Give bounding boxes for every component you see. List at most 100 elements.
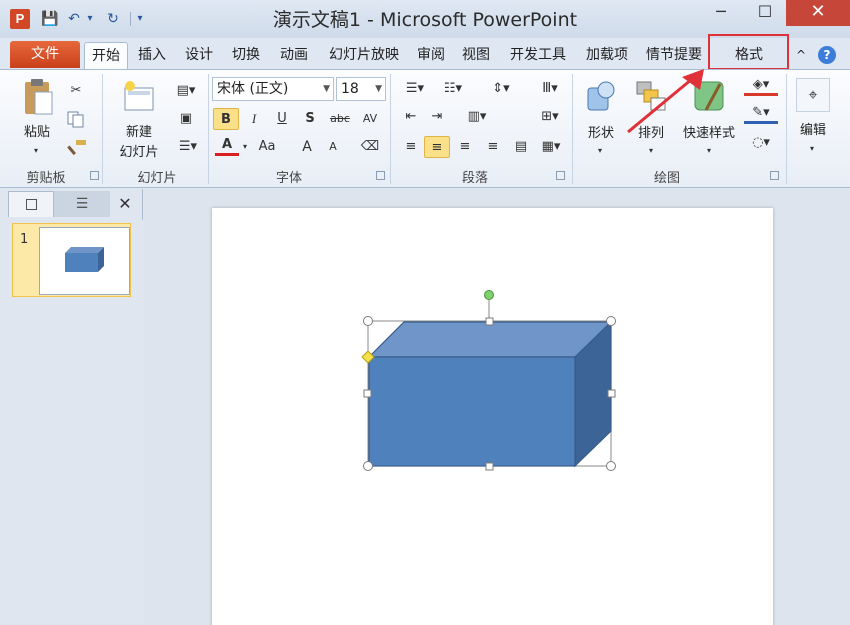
chevron-down-icon: ▼ — [375, 84, 382, 94]
close-pane-button[interactable]: ✕ — [114, 191, 136, 217]
ribbon: 粘贴 ▾ ✂ 剪贴板 新建 幻灯片 ▤▾ ▣ ☰▾ 幻灯片 宋体 (正文) ▼ 1… — [0, 69, 850, 188]
resize-handle-top-left[interactable] — [363, 316, 373, 326]
increase-indent-icon[interactable]: ⇥ — [426, 106, 448, 128]
distributed-icon[interactable]: ▤ — [510, 136, 532, 158]
resize-handle-right[interactable] — [607, 389, 616, 398]
chevron-down-icon[interactable]: ▾ — [701, 140, 717, 162]
slide-thumbnail[interactable] — [39, 227, 130, 295]
tab-animations[interactable]: 动画 — [274, 42, 314, 69]
smartart-icon[interactable]: ▦▾ — [536, 136, 566, 158]
shape-effects-icon[interactable]: ◌▾ — [744, 132, 778, 154]
new-slide-button[interactable]: 幻灯片 — [108, 141, 170, 160]
strikethrough-button[interactable]: abc — [326, 108, 354, 130]
columns-icon[interactable]: ▥▾ — [462, 106, 492, 128]
slide-thumbnail-item[interactable]: 1 — [12, 223, 131, 297]
slides-thumbnail-icon — [25, 199, 37, 210]
tab-developer[interactable]: 开发工具 — [503, 42, 573, 69]
clear-format-icon[interactable]: ⌫ — [360, 136, 380, 158]
divider — [390, 74, 391, 184]
shapes-button[interactable]: 形状 — [582, 122, 620, 141]
drawing-launcher-icon[interactable] — [770, 171, 779, 180]
resize-handle-top[interactable] — [485, 317, 494, 326]
line-spacing-icon[interactable]: ⇕▾ — [486, 78, 516, 100]
binoculars-icon[interactable]: ⌖ — [796, 78, 830, 112]
divider — [786, 74, 787, 184]
slides-tab[interactable] — [8, 191, 54, 217]
font-size-select[interactable]: 18 ▼ — [336, 77, 386, 101]
shape-outline-icon[interactable]: ✎▾ — [744, 104, 778, 124]
slide-canvas[interactable] — [212, 208, 773, 625]
font-launcher-icon[interactable] — [376, 171, 385, 180]
quick-styles-button[interactable]: 快速样式 — [676, 122, 742, 141]
quick-styles-icon[interactable] — [692, 78, 728, 114]
divider — [572, 74, 573, 184]
layout-icon[interactable]: ▤▾ — [173, 80, 199, 102]
font-name-select[interactable]: 宋体 (正文) ▼ — [212, 77, 334, 101]
resize-handle-left[interactable] — [363, 389, 372, 398]
chevron-down-icon[interactable]: ▾ — [643, 140, 659, 162]
shrink-font-button[interactable]: A — [324, 136, 342, 158]
cube-shape-svg[interactable] — [212, 208, 773, 625]
tab-slideshow[interactable]: 幻灯片放映 — [321, 42, 407, 69]
section-icon[interactable]: ☰▾ — [173, 136, 203, 158]
new-slide-label[interactable]: 新建 — [112, 121, 166, 140]
underline-button[interactable]: U — [270, 108, 294, 130]
rotation-handle[interactable] — [484, 290, 494, 300]
tab-file[interactable]: 文件 — [10, 41, 80, 68]
paragraph-launcher-icon[interactable] — [556, 171, 565, 180]
tab-view[interactable]: 视图 — [457, 42, 495, 69]
format-painter-icon[interactable] — [66, 138, 88, 156]
clipboard-launcher-icon[interactable] — [90, 171, 99, 180]
chevron-down-icon[interactable]: ▾ — [239, 136, 251, 158]
title-bar: P 💾 ↶ ▾ ↻ ▾ 演示文稿1 - Microsoft PowerPoint… — [0, 0, 850, 38]
reset-icon[interactable]: ▣ — [173, 108, 199, 130]
arrange-icon[interactable] — [634, 78, 668, 114]
paste-dropdown-icon[interactable]: ▾ — [28, 140, 44, 162]
chevron-down-icon[interactable]: ▾ — [592, 140, 608, 162]
paste-icon[interactable] — [22, 78, 54, 118]
minimize-button[interactable]: ─ — [700, 0, 742, 26]
numbering-icon[interactable]: ☷▾ — [438, 78, 468, 100]
tab-addins[interactable]: 加载项 — [580, 42, 634, 69]
cube-front-face — [368, 356, 576, 467]
copy-icon[interactable] — [66, 110, 88, 128]
character-spacing-button[interactable]: AV — [356, 108, 384, 130]
italic-button[interactable]: I — [242, 108, 266, 130]
tab-review[interactable]: 审阅 — [412, 42, 450, 69]
text-direction-icon[interactable]: Ⅲ▾ — [535, 78, 565, 100]
decrease-indent-icon[interactable]: ⇤ — [400, 106, 422, 128]
justify-icon[interactable]: ≡ — [482, 136, 504, 158]
resize-handle-top-right[interactable] — [606, 316, 616, 326]
cut-icon[interactable]: ✂ — [66, 80, 86, 102]
resize-handle-bottom-right[interactable] — [606, 461, 616, 471]
tab-insert[interactable]: 插入 — [132, 42, 172, 69]
bold-button[interactable]: B — [213, 108, 239, 130]
align-right-icon[interactable]: ≡ — [454, 136, 476, 158]
collapse-ribbon-icon[interactable]: ^ — [792, 46, 810, 64]
help-icon[interactable]: ? — [818, 46, 836, 64]
tab-design[interactable]: 设计 — [179, 42, 219, 69]
arrange-button[interactable]: 排列 — [632, 122, 670, 141]
close-button[interactable]: ✕ — [786, 0, 850, 26]
font-color-button[interactable]: A — [215, 136, 239, 156]
tab-home[interactable]: 开始 — [84, 42, 128, 69]
resize-handle-bottom[interactable] — [485, 462, 494, 471]
tab-storyboarding[interactable]: 情节提要 — [640, 42, 708, 69]
tab-transitions[interactable]: 切换 — [226, 42, 266, 69]
paste-button[interactable]: 粘贴 — [14, 121, 60, 140]
chevron-down-icon[interactable]: ▾ — [804, 138, 820, 160]
shape-fill-icon[interactable]: ◈▾ — [744, 76, 778, 96]
bullets-icon[interactable]: ☰▾ — [400, 78, 430, 100]
align-left-icon[interactable]: ≡ — [400, 136, 422, 158]
shapes-icon[interactable] — [584, 78, 618, 114]
resize-handle-bottom-left[interactable] — [363, 461, 373, 471]
shadow-button[interactable]: S — [298, 108, 322, 130]
outline-tab[interactable]: ☰ — [54, 191, 110, 217]
editing-button[interactable]: 编辑 — [792, 119, 834, 138]
align-center-icon[interactable]: ≡ — [424, 136, 450, 158]
grow-font-button[interactable]: A — [298, 136, 316, 158]
maximize-button[interactable]: ☐ — [744, 0, 786, 26]
new-slide-icon[interactable] — [122, 80, 156, 114]
align-text-icon[interactable]: ⊞▾ — [535, 106, 565, 128]
change-case-button[interactable]: Aa — [255, 136, 279, 158]
